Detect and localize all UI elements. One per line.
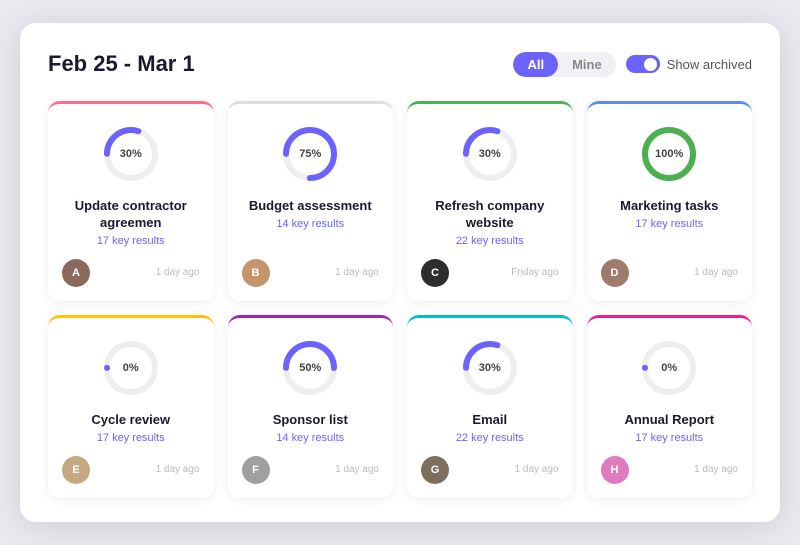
card-time: 1 day ago (335, 267, 379, 278)
donut-chart: 0% (99, 336, 163, 400)
card-time: 1 day ago (156, 464, 200, 475)
card-title: Marketing tasks (620, 198, 718, 215)
card-card-2[interactable]: 75% Budget assessment 14 key results B 1… (228, 101, 394, 301)
show-archived-toggle[interactable]: Show archived (626, 55, 752, 73)
card-footer: D 1 day ago (601, 259, 739, 287)
card-time: 1 day ago (335, 464, 379, 475)
card-time: 1 day ago (694, 464, 738, 475)
card-key-results: 14 key results (276, 432, 344, 444)
card-title: Budget assessment (249, 198, 372, 215)
card-card-3[interactable]: 30% Refresh company website 22 key resul… (407, 101, 573, 301)
avatar: C (421, 259, 449, 287)
card-footer: E 1 day ago (62, 456, 200, 484)
donut-label: 30% (120, 148, 142, 160)
card-footer: F 1 day ago (242, 456, 380, 484)
donut-chart: 0% (637, 336, 701, 400)
card-title: Email (472, 412, 507, 429)
toggle-switch-icon[interactable] (626, 55, 660, 73)
avatar: A (62, 259, 90, 287)
donut-label: 0% (661, 362, 677, 374)
card-title: Sponsor list (273, 412, 348, 429)
card-key-results: 17 key results (97, 235, 165, 247)
donut-chart: 75% (278, 122, 342, 186)
filter-group: All Mine (513, 52, 615, 77)
card-title: Refresh company website (421, 198, 559, 232)
filter-mine-button[interactable]: Mine (558, 52, 616, 77)
header: Feb 25 - Mar 1 All Mine Show archived (48, 51, 752, 77)
card-footer: B 1 day ago (242, 259, 380, 287)
avatar: G (421, 456, 449, 484)
donut-chart: 30% (458, 122, 522, 186)
avatar: H (601, 456, 629, 484)
avatar: E (62, 456, 90, 484)
avatar: F (242, 456, 270, 484)
card-title: Update contractor agreemen (62, 198, 200, 232)
avatar: D (601, 259, 629, 287)
donut-chart: 50% (278, 336, 342, 400)
card-card-8[interactable]: 0% Annual Report 17 key results H 1 day … (587, 315, 753, 498)
card-title: Annual Report (624, 412, 714, 429)
card-key-results: 22 key results (456, 235, 524, 247)
card-footer: G 1 day ago (421, 456, 559, 484)
card-footer: H 1 day ago (601, 456, 739, 484)
card-footer: C Friday ago (421, 259, 559, 287)
card-card-6[interactable]: 50% Sponsor list 14 key results F 1 day … (228, 315, 394, 498)
donut-label: 100% (655, 148, 683, 160)
donut-chart: 30% (99, 122, 163, 186)
card-key-results: 17 key results (635, 218, 703, 230)
card-time: 1 day ago (515, 464, 559, 475)
donut-label: 0% (123, 362, 139, 374)
avatar: B (242, 259, 270, 287)
card-key-results: 17 key results (635, 432, 703, 444)
card-time: 1 day ago (694, 267, 738, 278)
card-card-7[interactable]: 30% Email 22 key results G 1 day ago (407, 315, 573, 498)
card-card-1[interactable]: 30% Update contractor agreemen 17 key re… (48, 101, 214, 301)
card-key-results: 22 key results (456, 432, 524, 444)
archive-label: Show archived (667, 57, 752, 72)
page-title: Feb 25 - Mar 1 (48, 51, 195, 77)
card-time: Friday ago (511, 267, 558, 278)
card-footer: A 1 day ago (62, 259, 200, 287)
donut-label: 75% (299, 148, 321, 160)
header-controls: All Mine Show archived (513, 52, 752, 77)
card-card-5[interactable]: 0% Cycle review 17 key results E 1 day a… (48, 315, 214, 498)
card-time: 1 day ago (156, 267, 200, 278)
donut-label: 30% (479, 362, 501, 374)
donut-chart: 100% (637, 122, 701, 186)
donut-chart: 30% (458, 336, 522, 400)
main-window: Feb 25 - Mar 1 All Mine Show archived 30… (20, 23, 780, 522)
cards-grid: 30% Update contractor agreemen 17 key re… (48, 101, 752, 498)
filter-all-button[interactable]: All (513, 52, 558, 77)
card-title: Cycle review (91, 412, 170, 429)
donut-label: 30% (479, 148, 501, 160)
donut-label: 50% (299, 362, 321, 374)
card-key-results: 17 key results (97, 432, 165, 444)
card-card-4[interactable]: 100% Marketing tasks 17 key results D 1 … (587, 101, 753, 301)
card-key-results: 14 key results (276, 218, 344, 230)
